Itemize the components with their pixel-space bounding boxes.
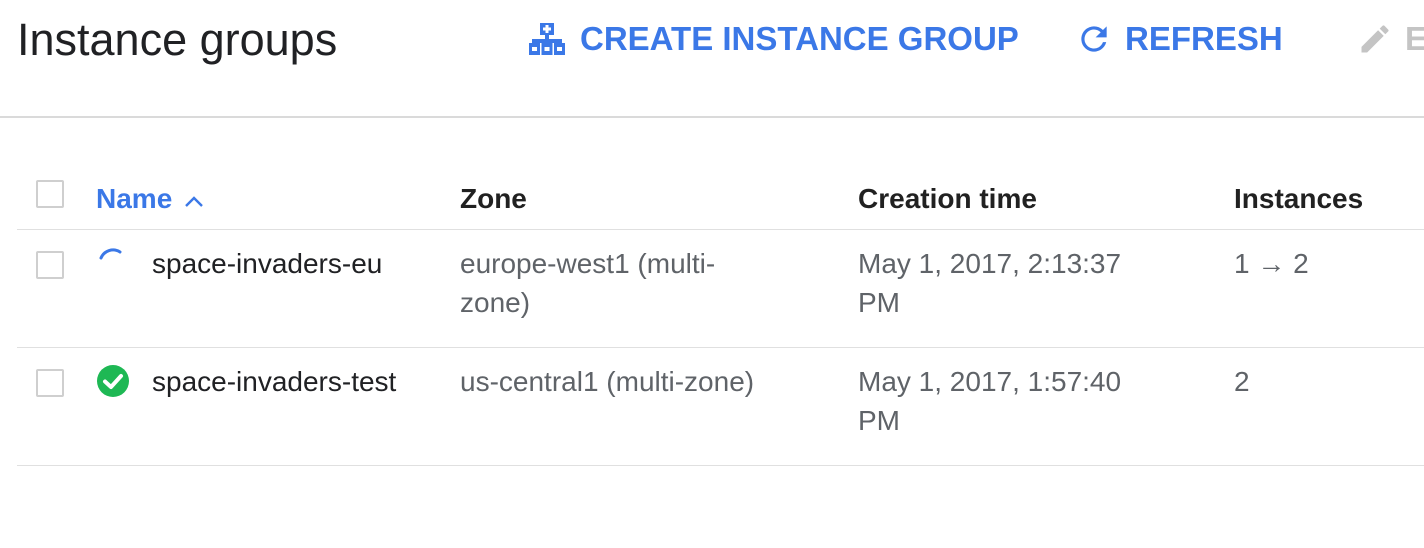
create-instance-group-label: CREATE INSTANCE GROUP (580, 20, 1019, 57)
refresh-label: REFRESH (1125, 20, 1283, 57)
column-header-name[interactable]: Name (96, 179, 204, 218)
column-header-creation-time[interactable]: Creation time (858, 179, 1037, 218)
table-header-row: Name Zone Creation time Instances (17, 166, 1424, 230)
instance-group-name[interactable]: space-invaders-test (96, 362, 416, 401)
select-all-checkbox[interactable] (36, 180, 64, 208)
creation-time-value: May 1, 2017, 2:13:37 PM (858, 248, 1122, 318)
zone-value: europe-west1 (multi-zone) (460, 248, 716, 318)
instances-value: 1 → 2 (1234, 248, 1309, 279)
instance-group-name[interactable]: space-invaders-eu (96, 244, 416, 283)
page-title: Instance groups (17, 14, 338, 65)
instance-groups-table: Name Zone Creation time Instances space-… (17, 166, 1424, 466)
edit-pencil-icon (1357, 21, 1393, 57)
instance-group-name-text: space-invaders-test (152, 366, 397, 397)
edit-button[interactable]: E (1357, 18, 1424, 60)
sort-ascending-icon (184, 179, 204, 218)
creation-time-value: May 1, 2017, 1:57:40 PM (858, 366, 1122, 436)
column-header-zone[interactable]: Zone (460, 179, 527, 218)
table-row[interactable]: space-invaders-test us-central1 (multi-z… (17, 348, 1424, 466)
create-instance-group-icon (528, 21, 568, 57)
column-header-name-label: Name (96, 183, 173, 214)
refresh-icon (1075, 20, 1113, 58)
instance-group-name-text: space-invaders-eu (152, 248, 383, 279)
refresh-button[interactable]: REFRESH (1075, 18, 1283, 60)
row-checkbox[interactable] (36, 251, 64, 279)
zone-value: us-central1 (multi-zone) (460, 366, 755, 397)
create-instance-group-button[interactable]: CREATE INSTANCE GROUP (528, 18, 1019, 60)
instances-value: 2 (1234, 366, 1250, 397)
edit-label: E (1405, 20, 1424, 57)
table-row[interactable]: space-invaders-eu europe-west1 (multi-zo… (17, 230, 1424, 348)
column-header-instances[interactable]: Instances (1234, 179, 1363, 218)
row-checkbox[interactable] (36, 369, 64, 397)
page-header: Instance groups CREATE INSTANCE GROUP RE… (0, 0, 1424, 118)
